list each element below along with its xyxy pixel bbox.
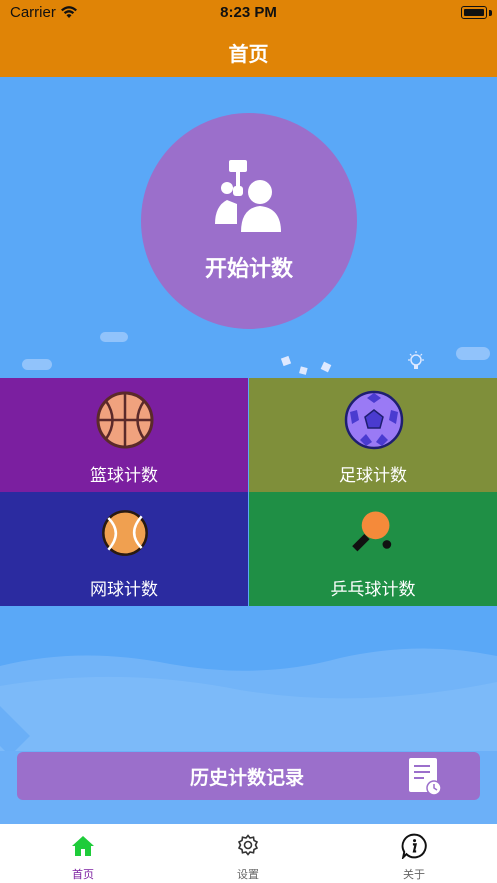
navigation-bar: 首页	[0, 28, 497, 77]
gear-icon	[237, 834, 259, 856]
history-records-button[interactable]: 历史计数记录	[17, 752, 480, 800]
lightbulb-icon	[408, 351, 424, 369]
start-counting-button[interactable]: 开始计数	[141, 113, 357, 329]
basketball-icon	[96, 391, 154, 449]
soccer-counter-label: 足球计数	[339, 466, 407, 486]
tab-settings-label: 设置	[237, 868, 259, 881]
paper-scraps-decoration	[280, 355, 332, 375]
status-bar: Carrier 8:23 PM	[0, 0, 497, 28]
soccer-counter-tile[interactable]: 足球计数	[249, 378, 497, 492]
ping-pong-counter-label: 乒乓球计数	[330, 580, 416, 600]
ping-pong-counter-tile[interactable]: 乒乓球计数	[249, 492, 497, 606]
cloud-decoration	[22, 359, 52, 370]
home-icon	[72, 836, 94, 856]
status-time: 8:23 PM	[220, 4, 277, 21]
battery-tip	[489, 10, 492, 16]
tab-about-label: 关于	[403, 868, 425, 881]
tab-settings[interactable]: 设置	[188, 824, 308, 883]
info-icon	[401, 833, 427, 859]
tennis-ball-icon	[102, 510, 148, 556]
tennis-counter-tile[interactable]: 网球计数	[0, 492, 248, 606]
tab-about[interactable]: 关于	[354, 824, 474, 883]
sports-grid: 篮球计数 足球计数 网球计数 乒乓球计数	[0, 378, 497, 606]
tab-bar: 首页 设置 关于	[0, 824, 497, 883]
cloud-decoration	[100, 332, 128, 342]
tab-home[interactable]: 首页	[23, 824, 143, 883]
soccer-ball-icon	[344, 390, 404, 450]
referee-icon	[215, 160, 281, 232]
cloud-decoration	[456, 347, 490, 360]
start-counting-label: 开始计数	[204, 257, 293, 282]
tennis-counter-label: 网球计数	[90, 580, 158, 600]
battery-icon	[461, 6, 487, 19]
page-title: 首页	[228, 42, 269, 66]
history-records-label: 历史计数记录	[189, 767, 304, 789]
ping-pong-icon	[352, 511, 392, 552]
document-clock-icon	[409, 758, 442, 796]
basketball-counter-label: 篮球计数	[90, 466, 158, 486]
tab-home-label: 首页	[72, 868, 94, 881]
basketball-counter-tile[interactable]: 篮球计数	[0, 378, 248, 492]
